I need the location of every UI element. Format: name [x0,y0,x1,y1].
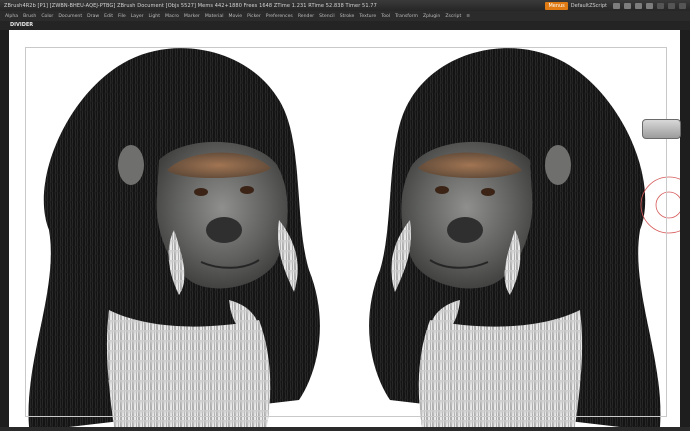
menu-document[interactable]: Document [58,14,82,19]
menu-edit[interactable]: Edit [104,14,113,19]
menu-material[interactable]: Material [205,14,224,19]
menu-transform[interactable]: Transform [395,14,418,19]
menu-brush[interactable]: Brush [23,14,36,19]
menu-preferences[interactable]: Preferences [266,14,293,19]
close-icon[interactable] [679,2,686,9]
menu-zplugin[interactable]: Zplugin [423,14,440,19]
document-canvas[interactable] [9,30,680,427]
document-bar: DIVIDER [0,21,690,30]
palette-icon[interactable] [635,2,642,9]
menu-render[interactable]: Render [298,14,314,19]
transpose-circle-icon [640,176,680,234]
menu-marker[interactable]: Marker [184,14,200,19]
menu-file[interactable]: File [118,14,126,19]
menu-light[interactable]: Light [149,14,160,19]
gorilla-left [28,48,320,427]
menu-picker[interactable]: Picker [247,14,261,19]
maximize-icon[interactable] [668,2,675,9]
help-icon[interactable] [613,2,620,9]
menu-movie[interactable]: Movie [228,14,242,19]
right-tray [680,30,690,431]
default-zscript-button[interactable]: DefaultZScript [571,3,607,9]
menu-stencil[interactable]: Stencil [319,14,335,19]
menu-draw[interactable]: Draw [87,14,99,19]
gorilla-render [28,48,680,427]
minimize-icon[interactable] [657,2,664,9]
menu-overflow[interactable]: ≡ [466,14,470,19]
app-title: ZBrush4R2b [P1] [ZWBN-BHEU-AQEJ-PTBG] ZB… [4,2,377,9]
menu-texture[interactable]: Texture [359,14,376,19]
left-tray [0,30,9,431]
menus-button[interactable]: Menus [545,1,568,10]
bottom-bar [0,427,690,431]
menu-alpha[interactable]: Alpha [5,14,18,19]
menu-stroke[interactable]: Stroke [340,14,355,19]
menu-bar: Alpha Brush Color Document Draw Edit Fil… [0,11,690,21]
menu-zscript[interactable]: Zscript [445,14,461,19]
menu-color[interactable]: Color [41,14,53,19]
layout-icon[interactable] [624,2,631,9]
menu-macro[interactable]: Macro [165,14,179,19]
menu-tool[interactable]: Tool [381,14,390,19]
menu-layer[interactable]: Layer [131,14,144,19]
side-tray-button[interactable] [642,119,681,139]
title-bar: ZBrush4R2b [P1] [ZWBN-BHEU-AQEJ-PTBG] ZB… [0,0,690,11]
document-label: DIVIDER [10,22,34,28]
gorilla-right [369,48,661,427]
save-icon[interactable] [646,2,653,9]
